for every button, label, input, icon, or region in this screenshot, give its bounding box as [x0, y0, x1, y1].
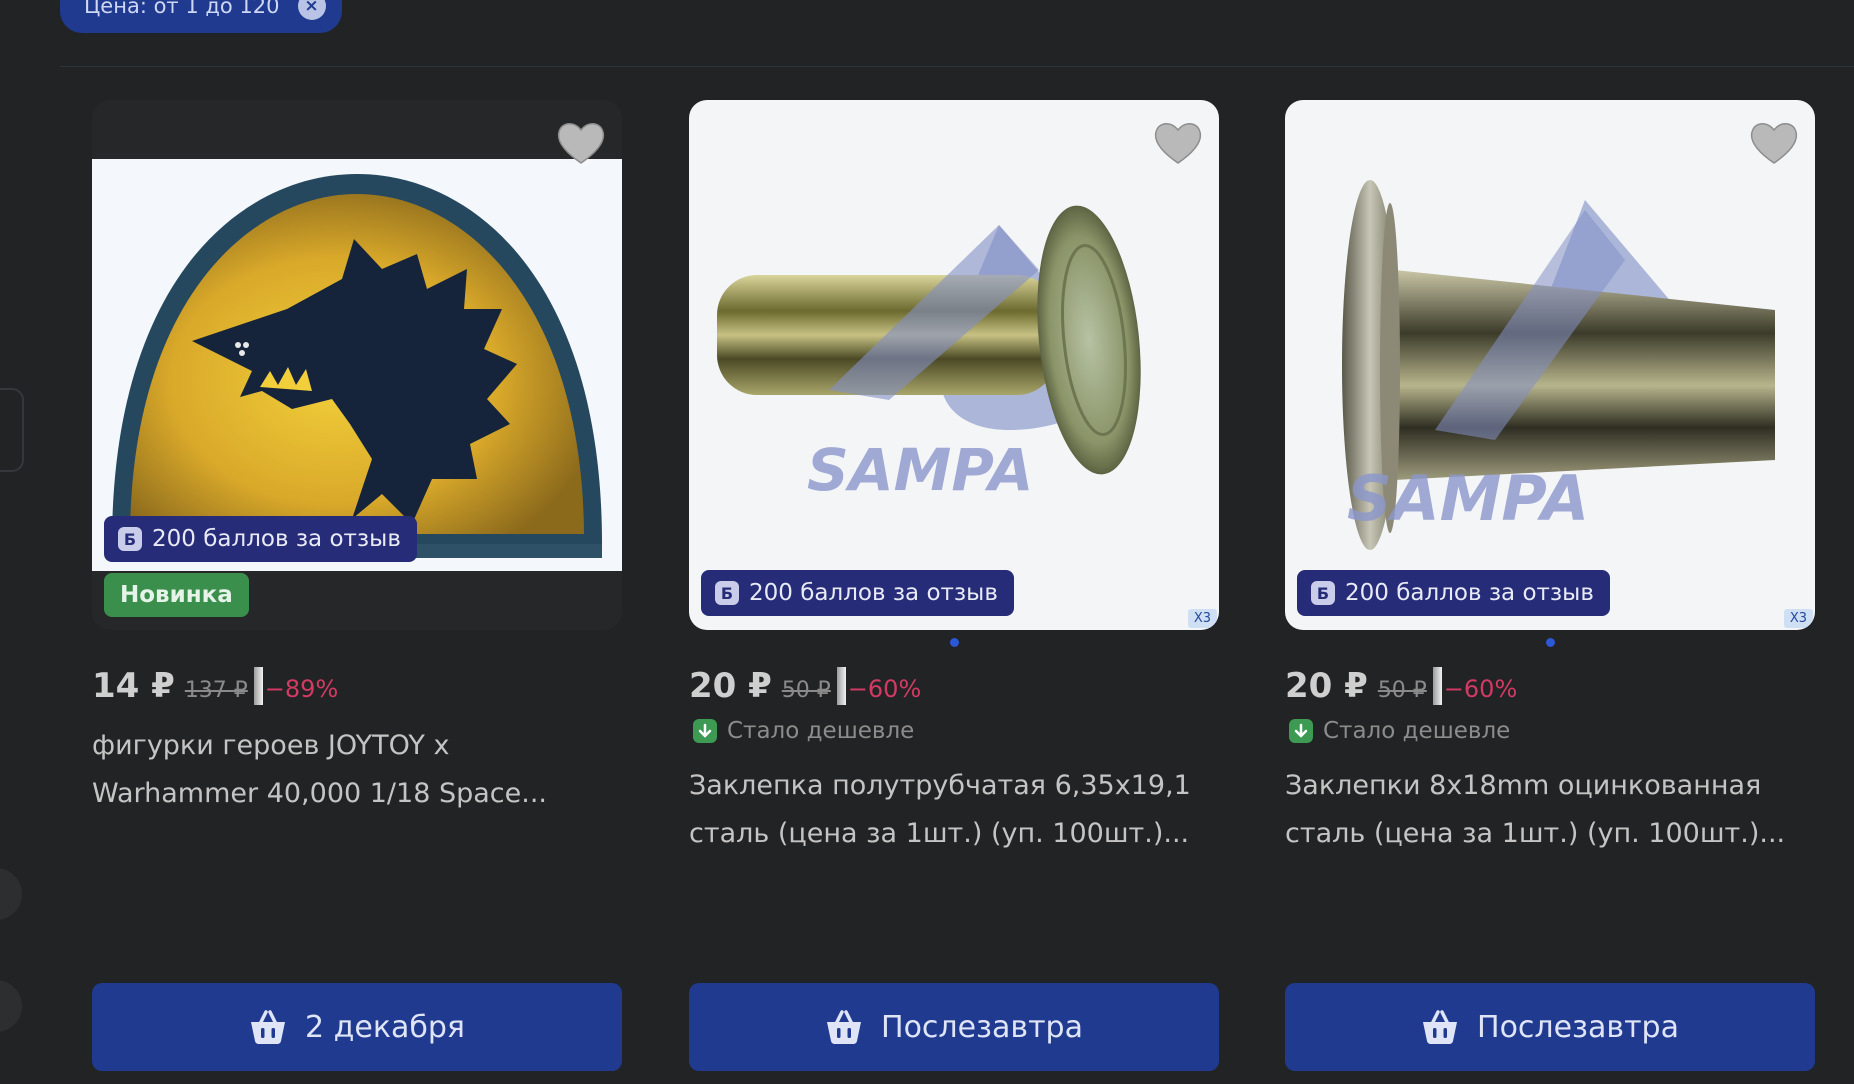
product-card[interactable]: SAMPA Б 200 баллов за отзыв X3 20 ₽ 50 ₽…: [689, 100, 1219, 1071]
review-points-badge: Б 200 баллов за отзыв: [701, 570, 1014, 616]
price-filter-label: Цена: от 1 до 120: [84, 0, 280, 18]
current-price: 14 ₽: [92, 666, 175, 706]
basket-icon: [251, 1010, 286, 1044]
heart-icon[interactable]: [556, 120, 606, 166]
price-separator: [1432, 667, 1442, 705]
product-title[interactable]: Заклепки 8x18mm оцинкованная сталь (цена…: [1285, 762, 1795, 858]
delivery-date-label: Послезавтра: [881, 1009, 1083, 1045]
discount-percent: −60%: [1443, 675, 1518, 703]
product-image-area[interactable]: SAMPA Б 200 баллов за отзыв X3: [689, 100, 1219, 630]
review-points-label: 200 баллов за отзыв: [1345, 580, 1594, 606]
points-icon: Б: [118, 527, 142, 551]
review-points-badge: Б 200 баллов за отзыв: [1297, 570, 1610, 616]
side-panel-edge: [0, 388, 24, 472]
heart-icon[interactable]: [1153, 120, 1203, 166]
price-drop-label: Стало дешевле: [727, 718, 915, 744]
zoom-badge: X3: [1187, 609, 1217, 628]
current-price: 20 ₽: [689, 666, 772, 706]
review-points-badge: Б 200 баллов за отзыв: [104, 516, 417, 562]
add-to-cart-button[interactable]: Послезавтра: [1285, 983, 1815, 1071]
product-image-area[interactable]: SAMPA Б 200 баллов за отзыв X3: [1285, 100, 1815, 630]
price-row: 20 ₽ 50 ₽ −60%: [689, 666, 921, 706]
price-drop-note: Стало дешевле: [1289, 718, 1510, 744]
add-to-cart-button[interactable]: Послезавтра: [689, 983, 1219, 1071]
image-slider-dot[interactable]: [1546, 638, 1555, 647]
price-down-icon: [1289, 719, 1313, 743]
price-drop-label: Стало дешевле: [1323, 718, 1511, 744]
side-button-edge[interactable]: [0, 980, 22, 1032]
current-price: 20 ₽: [1285, 666, 1368, 706]
old-price: 50 ₽: [1377, 678, 1427, 703]
new-badge: Новинка: [104, 573, 249, 617]
rivet-sampa-icon: SAMPA: [717, 205, 1141, 504]
delivery-date-label: Послезавтра: [1477, 1009, 1679, 1045]
product-title[interactable]: Заклепка полутрубчатая 6,35x19,1 сталь (…: [689, 762, 1199, 858]
add-to-cart-button[interactable]: 2 декабря: [92, 983, 622, 1071]
zoom-badge: X3: [1783, 609, 1813, 628]
delivery-date-label: 2 декабря: [305, 1009, 465, 1045]
close-icon[interactable]: ×: [297, 0, 326, 20]
old-price: 137 ₽: [184, 678, 248, 703]
divider: [60, 66, 1854, 67]
price-row: 20 ₽ 50 ₽ −60%: [1285, 666, 1517, 706]
image-slider-dot[interactable]: [950, 638, 959, 647]
old-price: 50 ₽: [781, 678, 831, 703]
price-row: 14 ₽ 137 ₽ −89%: [92, 666, 338, 706]
product-image-area[interactable]: Б 200 баллов за отзыв Новинка: [92, 100, 622, 630]
review-points-label: 200 баллов за отзыв: [749, 580, 998, 606]
points-icon: Б: [1311, 581, 1335, 605]
heart-icon[interactable]: [1749, 120, 1799, 166]
svg-text:SAMPA: SAMPA: [1347, 462, 1589, 535]
svg-text:SAMPA: SAMPA: [807, 436, 1033, 504]
price-separator: [836, 667, 846, 705]
product-card[interactable]: Б 200 баллов за отзыв Новинка 14 ₽ 137 ₽…: [92, 100, 622, 1071]
discount-percent: −89%: [264, 675, 339, 703]
discount-percent: −60%: [847, 675, 922, 703]
review-points-label: 200 баллов за отзыв: [152, 526, 401, 552]
price-down-icon: [693, 719, 717, 743]
price-drop-note: Стало дешевле: [693, 718, 914, 744]
product-card[interactable]: SAMPA Б 200 баллов за отзыв X3 20 ₽ 50 ₽…: [1285, 100, 1815, 1071]
price-filter-chip[interactable]: Цена: от 1 до 120 ×: [60, 0, 342, 33]
catalog-page: Цена: от 1 до 120 × Б 200 баллов за отзы…: [0, 0, 1854, 1084]
rivet-sampa-icon: SAMPA: [1342, 180, 1775, 550]
points-icon: Б: [715, 581, 739, 605]
basket-icon: [827, 1010, 862, 1044]
product-title[interactable]: фигурки героев JOYTOY x Warhammer 40,000…: [92, 722, 602, 818]
warhammer-space-wolves-shoulder-icon: [92, 159, 622, 571]
price-separator: [253, 667, 263, 705]
side-button-edge[interactable]: [0, 868, 22, 920]
basket-icon: [1423, 1010, 1458, 1044]
